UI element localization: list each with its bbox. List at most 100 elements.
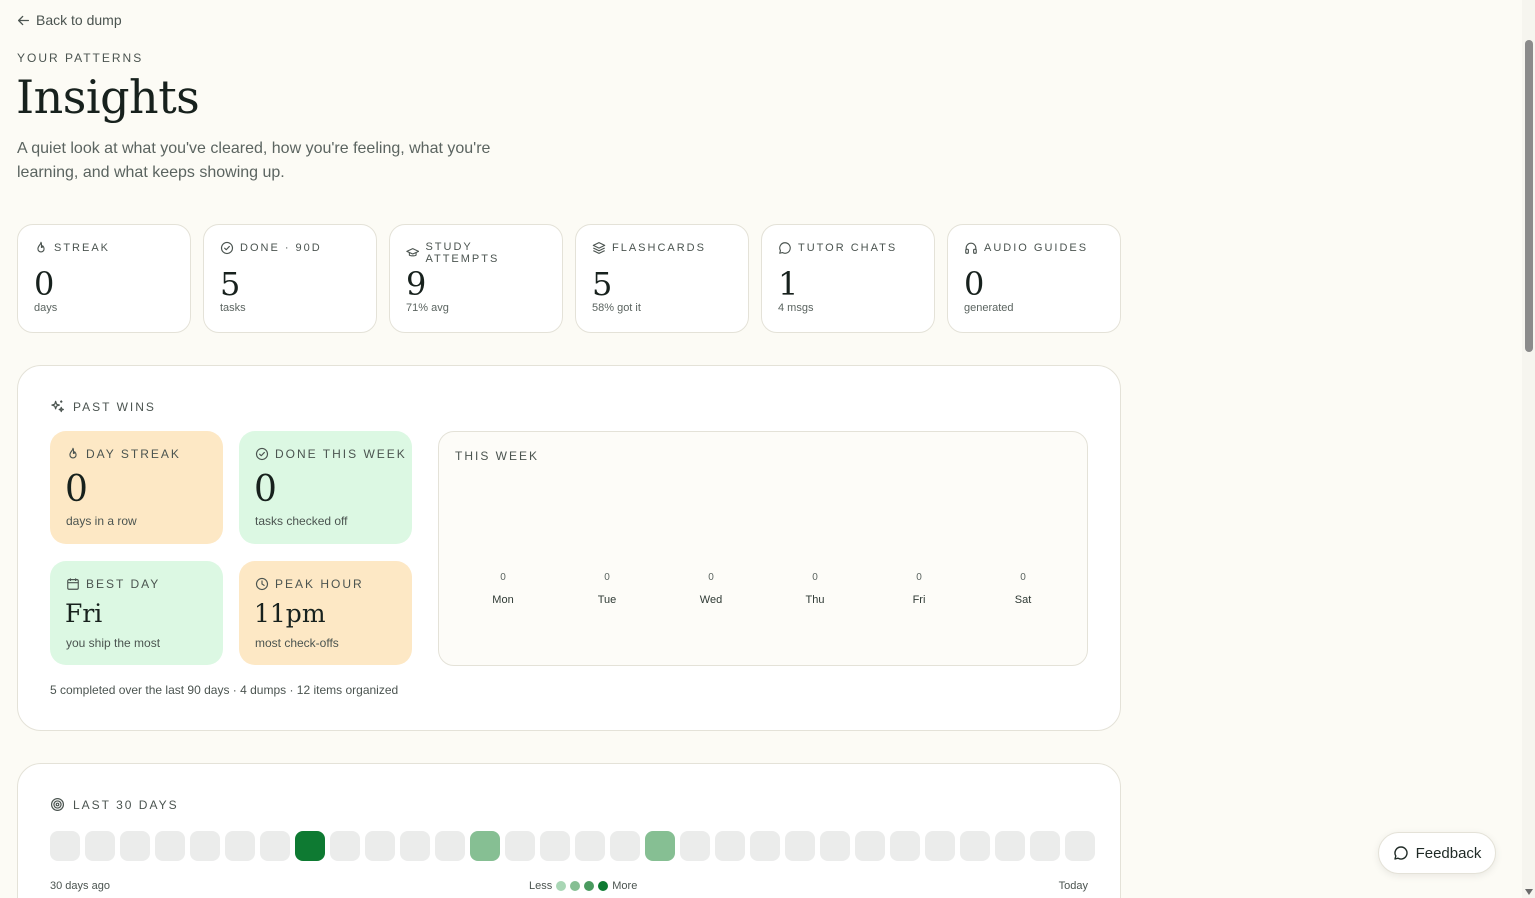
heatmap-day-cell (645, 831, 675, 861)
day-bar (576, 588, 638, 590)
last-30-header: LAST 30 DAYS (50, 797, 179, 812)
heatmap-day-cell (540, 831, 570, 861)
stat-value: 5 (220, 265, 241, 303)
graduation-cap-icon (406, 248, 420, 257)
day-column-tue: 0 Tue (555, 572, 659, 606)
tile-done-this-week: DONE THIS WEEK 0 tasks checked off (239, 431, 412, 544)
day-column-thu: 0 Thu (763, 572, 867, 606)
this-week-title: THIS WEEK (455, 449, 540, 463)
back-link-label: Back to dump (36, 12, 122, 28)
heatmap-day-cell (365, 831, 395, 861)
stat-value: 9 (406, 265, 427, 303)
flame-icon (69, 447, 77, 459)
heatmap-day-cell (505, 831, 535, 861)
past-wins-header: PAST WINS (50, 399, 156, 414)
heatmap-day-cell (155, 831, 185, 861)
day-column-mon: 0 Mon (451, 572, 555, 606)
heatmap-day-cell (855, 831, 885, 861)
target-icon (50, 797, 65, 812)
heatmap-day-cell (295, 831, 325, 861)
stat-label: AUDIO GUIDES (984, 242, 1089, 254)
day-label: Thu (805, 594, 825, 606)
legend-more-label: More (612, 880, 638, 892)
stat-card-tutor-chats: TUTOR CHATS 1 4 msgs (761, 224, 935, 333)
day-label: Sat (1014, 594, 1032, 606)
heatmap-day-cell (470, 831, 500, 861)
tile-sub: tasks checked off (255, 514, 348, 528)
heatmap-day-cell (225, 831, 255, 861)
day-count: 0 (604, 572, 610, 583)
arrow-left-icon (17, 15, 30, 25)
stat-card-flashcards: FLASHCARDS 5 58% got it (575, 224, 749, 333)
day-column-fri: 0 Fri (867, 572, 971, 606)
heatmap-day-cell (85, 831, 115, 861)
sparkles-icon (51, 400, 64, 413)
layers-icon (592, 242, 606, 254)
this-week-panel: THIS WEEK 0 Mon 0 Tue 0 Wed 0 Thu 0 Fri … (438, 431, 1088, 666)
past-wins-title: PAST WINS (73, 399, 156, 414)
legend-dot (584, 881, 595, 891)
tile-value: Fri (65, 599, 103, 628)
feedback-button[interactable]: Feedback (1378, 832, 1496, 874)
clock-icon (255, 577, 269, 591)
flame-icon (37, 241, 45, 253)
feedback-label: Feedback (1415, 844, 1482, 862)
tile-sub: you ship the most (66, 636, 161, 650)
day-bar (680, 588, 742, 590)
stat-card-done: DONE · 90D 5 tasks (203, 224, 377, 333)
heatmap-day-cell (960, 831, 990, 861)
tile-sub: days in a row (66, 514, 137, 528)
heatmap-end-label: Today (1058, 880, 1088, 892)
stat-sub: days (34, 302, 58, 314)
stat-label: DONE · 90D (240, 242, 322, 254)
tile-label: DAY STREAK (86, 447, 181, 461)
page-scrollbar[interactable] (1522, 0, 1535, 898)
tile-label: PEAK HOUR (275, 577, 364, 591)
tile-label: BEST DAY (86, 577, 161, 591)
stat-sub: tasks (220, 302, 246, 314)
heatmap-day-cell (680, 831, 710, 861)
this-week-bars: 0 Mon 0 Tue 0 Wed 0 Thu 0 Fri 0 Sat (451, 572, 1075, 606)
heatmap-day-cell (190, 831, 220, 861)
day-column-wed: 0 Wed (659, 572, 763, 606)
scrollbar-thumb[interactable] (1525, 40, 1533, 352)
day-count: 0 (1020, 572, 1026, 583)
stat-label: STREAK (54, 242, 111, 254)
heatmap-day-cell (610, 831, 640, 861)
day-bar (888, 588, 950, 590)
day-bar (784, 588, 846, 590)
stat-card-streak: STREAK 0 days (17, 224, 191, 333)
tile-peak-hour: PEAK HOUR 11pm most check-offs (239, 561, 412, 665)
tile-value: 0 (254, 469, 277, 510)
activity-heatmap (50, 831, 1095, 861)
calendar-icon (67, 578, 79, 590)
back-link[interactable]: Back to dump (17, 12, 122, 28)
stat-sub: 71% avg (406, 302, 449, 314)
day-count: 0 (916, 572, 922, 583)
heatmap-day-cell (785, 831, 815, 861)
heatmap-day-cell (890, 831, 920, 861)
scroll-down-arrow-icon[interactable] (1525, 889, 1533, 895)
legend-dot (556, 881, 567, 891)
tile-value: 11pm (254, 599, 326, 628)
heatmap-day-cell (330, 831, 360, 861)
past-wins-card: PAST WINS DAY STREAK 0 days in a row DON… (17, 365, 1121, 731)
past-wins-summary: 5 completed over the last 90 days · 4 du… (50, 683, 399, 697)
day-count: 0 (708, 572, 714, 583)
chat-bubble-icon (1393, 846, 1408, 860)
stat-sub: generated (964, 302, 1014, 314)
stat-value: 1 (778, 265, 799, 303)
heatmap-legend: Less More (529, 880, 637, 892)
legend-dot (598, 881, 609, 891)
stat-sub: 58% got it (592, 302, 641, 314)
legend-dot (570, 881, 581, 891)
heatmap-day-cell (925, 831, 955, 861)
last-30-days-card: LAST 30 DAYS 30 days ago Less More Today (17, 763, 1121, 898)
stat-label: TUTOR CHATS (798, 242, 898, 254)
tile-value: 0 (65, 469, 88, 510)
tile-day-streak: DAY STREAK 0 days in a row (50, 431, 223, 544)
check-circle-icon (220, 241, 234, 255)
stat-label: STUDY ATTEMPTS (425, 241, 500, 265)
tile-best-day: BEST DAY Fri you ship the most (50, 561, 223, 665)
heatmap-day-cell (715, 831, 745, 861)
